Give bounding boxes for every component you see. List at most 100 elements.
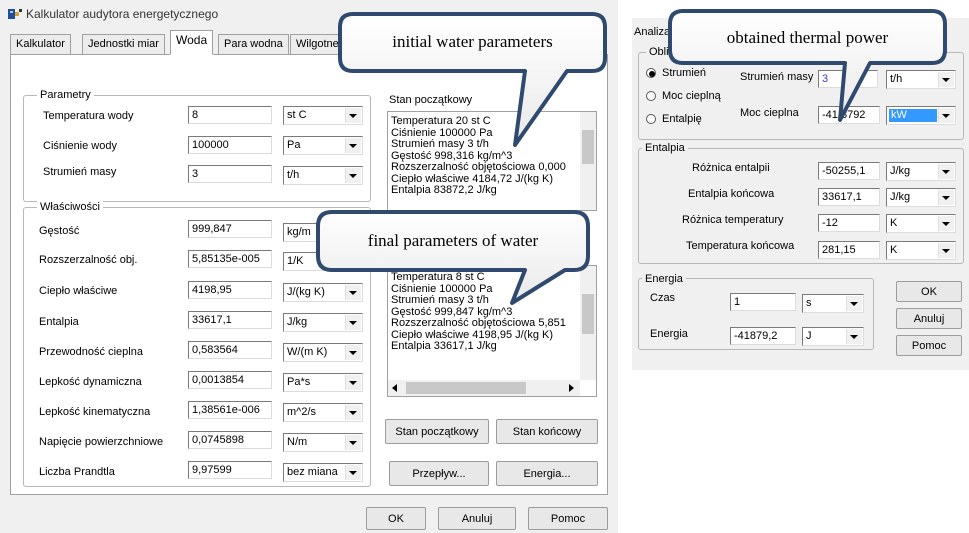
tab-kalkulator[interactable]: Kalkulator [10, 34, 71, 54]
cancel-button[interactable]: Anuluj [438, 507, 516, 530]
mass-flow-input[interactable]: 3 [188, 165, 272, 183]
chevron-down-icon[interactable] [345, 138, 361, 153]
property-unit-select[interactable]: Pa*s [283, 373, 363, 392]
mass-flow-unit-select[interactable]: t/h [283, 166, 363, 185]
unit-value: J/kg [890, 165, 911, 177]
final-state-textbox[interactable]: Temperatura 8 st C Ciśnienie 100000 Pa S… [387, 265, 597, 397]
property-unit-select[interactable]: J/kg [283, 313, 363, 332]
property-unit-select[interactable]: m^2/s [283, 403, 363, 422]
energy-button[interactable]: Energia... [496, 461, 598, 486]
scroll-thumb[interactable] [406, 382, 526, 394]
enthalpy-value[interactable]: 33617,1 [818, 188, 880, 206]
chevron-down-icon[interactable] [345, 345, 361, 360]
chevron-down-icon[interactable] [345, 405, 361, 420]
final-state-hscrollbar[interactable] [388, 380, 580, 396]
chevron-down-icon[interactable] [938, 164, 954, 179]
enthalpy-value[interactable]: -50255,1 [818, 162, 880, 180]
mass-flow-unit-select[interactable]: t/h [886, 70, 956, 89]
energy-field[interactable]: -41879,2 [730, 327, 796, 345]
help-button[interactable]: Pomoc [528, 507, 608, 530]
chevron-down-icon[interactable] [345, 254, 361, 269]
time-unit-select[interactable]: s [802, 294, 864, 313]
energy-group-title: Energia [642, 273, 686, 285]
text-line: Strumień masy 3 t/h [391, 294, 489, 306]
help-button[interactable]: Pomoc [896, 335, 962, 356]
initial-state-textbox[interactable]: Temperatura 20 st C Ciśnienie 100000 Pa … [387, 111, 597, 211]
property-unit-select[interactable]: W/(m K) [283, 343, 363, 362]
property-unit-select[interactable]: J/(kg K) [283, 283, 363, 302]
scroll-right-icon[interactable] [569, 384, 574, 392]
scroll-left-icon[interactable] [392, 384, 397, 392]
flow-button[interactable]: Przepływ... [389, 461, 489, 486]
chevron-down-icon[interactable] [345, 465, 361, 480]
property-label: Lepkość dynamiczna [39, 376, 142, 388]
property-unit-select[interactable]: 1/K [283, 252, 363, 271]
chevron-down-icon[interactable] [345, 108, 361, 123]
tab-woda[interactable]: Woda [170, 30, 214, 55]
unit-value: J/kg [287, 316, 308, 328]
temperature-unit-select[interactable]: st C [283, 106, 363, 125]
property-label: Napięcie powierzchniowe [39, 436, 164, 448]
chevron-down-icon[interactable] [938, 108, 954, 123]
property-unit-select[interactable]: bez miana [283, 463, 363, 482]
heat-power-unit-select[interactable]: kW [886, 106, 956, 125]
property-label: Lepkość kinematyczna [39, 406, 151, 418]
final-state-vscrollbar[interactable] [580, 266, 596, 380]
property-value[interactable]: 0,583564 [188, 341, 272, 359]
ok-button[interactable]: OK [366, 507, 426, 530]
button-label: Przepływ... [412, 467, 466, 480]
time-field[interactable]: 1 [730, 293, 796, 311]
property-value[interactable]: 1,38561e-006 [188, 401, 272, 419]
chevron-down-icon[interactable] [938, 72, 954, 87]
mass-flow-field[interactable]: 3 [818, 70, 878, 88]
chevron-down-icon[interactable] [846, 296, 862, 311]
enthalpy-value[interactable]: -12 [818, 214, 880, 232]
chevron-down-icon[interactable] [345, 435, 361, 450]
property-value[interactable]: 5,85135e-005 [188, 250, 272, 268]
property-value[interactable]: 0,0013854 [188, 371, 272, 389]
property-value[interactable]: 9,97599 [188, 461, 272, 479]
chevron-down-icon[interactable] [938, 243, 954, 258]
tab-para-wodna[interactable]: Para wodna [218, 34, 289, 54]
chevron-down-icon[interactable] [345, 375, 361, 390]
cancel-button[interactable]: Anuluj [896, 308, 962, 329]
enthalpy-unit-select[interactable]: K [886, 214, 956, 233]
pressure-unit-select[interactable]: Pa [283, 136, 363, 155]
temperature-input[interactable]: 8 [188, 106, 272, 124]
scroll-thumb[interactable] [582, 130, 594, 164]
radio-label: Moc cieplną [662, 90, 721, 102]
enthalpy-unit-select[interactable]: J/kg [886, 188, 956, 207]
radio-entalpie[interactable] [646, 114, 656, 124]
radio-strumien[interactable] [646, 68, 656, 78]
enthalpy-unit-select[interactable]: J/kg [886, 162, 956, 181]
final-state-button[interactable]: Stan końcowy [496, 419, 598, 444]
ok-button[interactable]: OK [896, 281, 962, 302]
chevron-down-icon[interactable] [345, 315, 361, 330]
property-value[interactable]: 0,0745898 [188, 431, 272, 449]
chevron-down-icon[interactable] [345, 285, 361, 300]
button-label: Anuluj [461, 512, 493, 525]
radio-moc-cieplna[interactable] [646, 91, 656, 101]
initial-state-scrollbar[interactable] [580, 112, 596, 210]
property-value[interactable]: 999,847 [188, 220, 272, 238]
initial-state-button[interactable]: Stan początkowy [385, 419, 489, 444]
initial-state-lines: Temperatura 20 st C Ciśnienie 100000 Pa … [391, 116, 578, 197]
property-unit-select[interactable]: N/m [283, 433, 363, 452]
property-value[interactable]: 4198,95 [188, 281, 272, 299]
enthalpy-value[interactable]: 281,15 [818, 241, 880, 259]
tab-jednostki-miar[interactable]: Jednostki miar [82, 34, 165, 54]
chevron-down-icon[interactable] [345, 168, 361, 183]
unit-value: J/kg [890, 191, 911, 203]
scroll-thumb[interactable] [582, 294, 594, 334]
chevron-down-icon[interactable] [938, 216, 954, 231]
unit-value: bez miana [287, 466, 338, 478]
enthalpy-unit-select[interactable]: K [886, 241, 956, 260]
chevron-down-icon[interactable] [938, 190, 954, 205]
button-label: Anuluj [913, 312, 945, 325]
energy-unit-select[interactable]: J [802, 327, 864, 346]
chevron-down-icon[interactable] [846, 329, 862, 344]
property-value[interactable]: 33617,1 [188, 311, 272, 329]
heat-power-field[interactable]: -41,8792 [818, 106, 880, 124]
pressure-input[interactable]: 100000 [188, 136, 272, 154]
text-line: Entalpia 33617,1 J/kg [391, 340, 497, 352]
